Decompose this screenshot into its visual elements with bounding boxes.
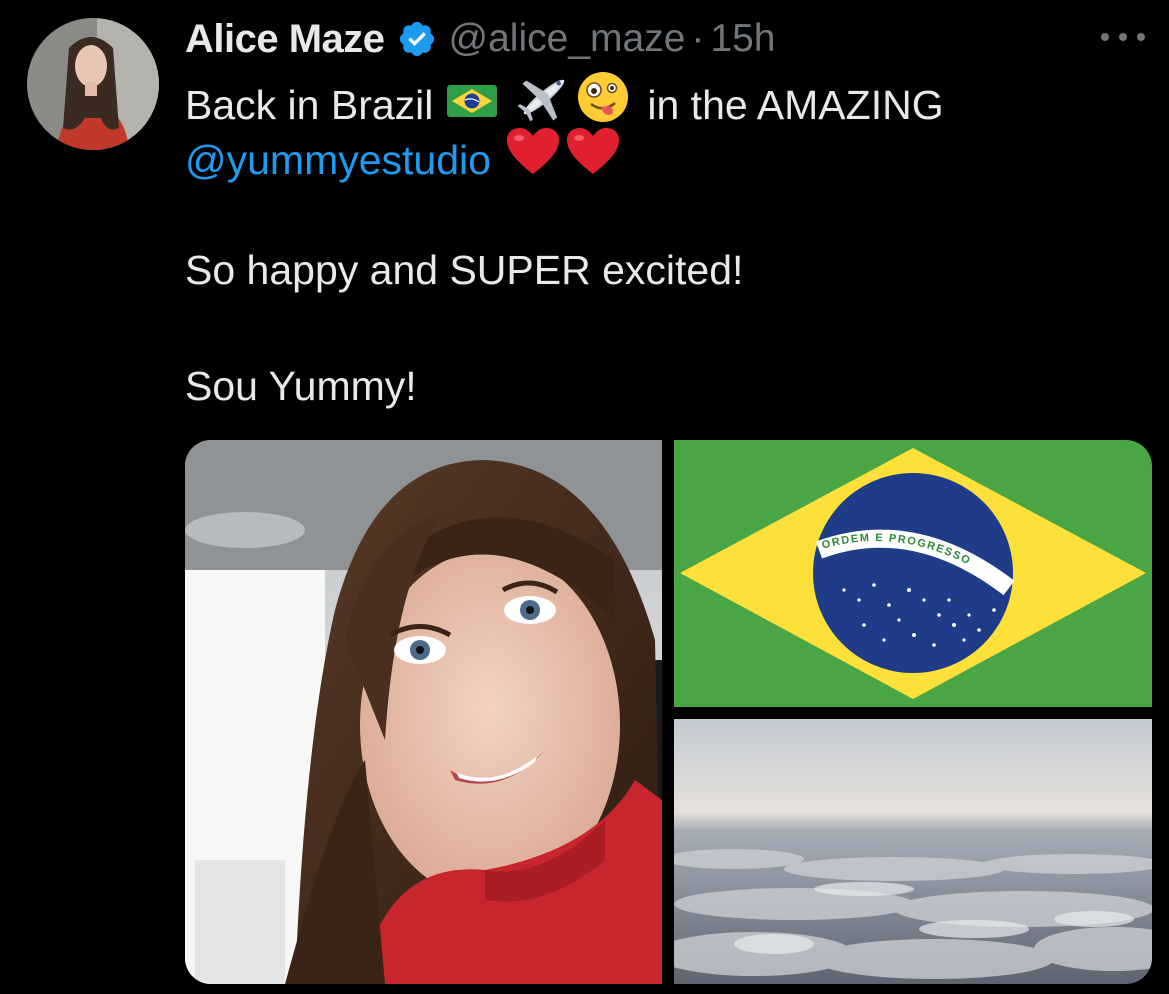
- red-heart-emoji: [505, 126, 561, 193]
- red-heart-emoji: [565, 126, 621, 193]
- author-handle[interactable]: @alice_maze: [449, 17, 686, 61]
- tweet-text-back-in-brazil: Back in Brazil: [185, 81, 434, 128]
- tweet-text-line-4: Sou Yummy!: [185, 363, 417, 409]
- more-options-icon[interactable]: [1101, 22, 1145, 52]
- tweet-timestamp[interactable]: 15h: [710, 17, 775, 61]
- media-photo-selfie[interactable]: [185, 440, 662, 984]
- tweet-text-in-the-amazing: in the AMAZING: [647, 81, 944, 128]
- media-photo-brazil-flag[interactable]: ORDEM E PROGRESSO: [674, 440, 1152, 707]
- tweet[interactable]: Alice Maze @alice_maze · 15h Back in Bra…: [0, 0, 1169, 994]
- verified-badge-icon: [397, 19, 437, 59]
- separator-dot: ·: [691, 17, 705, 60]
- brazil-flag-emoji: [447, 76, 498, 134]
- avatar[interactable]: [27, 18, 159, 150]
- author-name[interactable]: Alice Maze: [185, 17, 385, 62]
- tweet-header: Alice Maze @alice_maze · 15h: [185, 12, 775, 66]
- mention-link[interactable]: @yummyestudio: [185, 131, 491, 189]
- tweet-text-line-3: So happy and SUPER excited!: [185, 247, 744, 293]
- tweet-text-line-2: @yummyestudio: [185, 126, 1145, 193]
- media-photo-clouds[interactable]: [674, 719, 1152, 984]
- media-grid: ORDEM E PROGRESSO: [185, 440, 1152, 984]
